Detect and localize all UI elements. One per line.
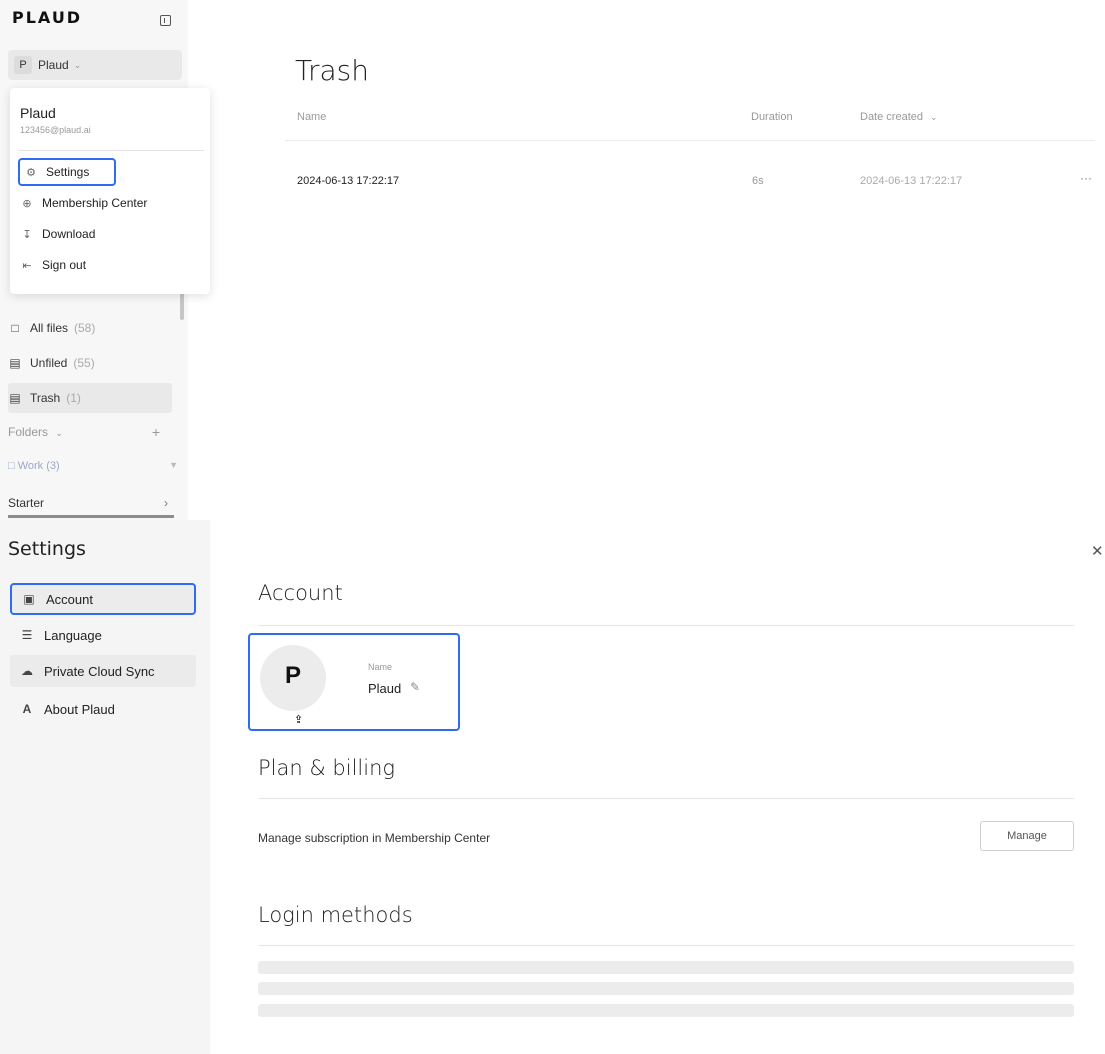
loading-placeholder	[258, 961, 1074, 974]
membership-icon: ⊕	[22, 197, 32, 210]
user-menu-popover: Plaud 123456@plaud.ai ⚙ Settings ⊕ Membe…	[10, 88, 210, 294]
sidebar-item-label: Work	[17, 460, 44, 472]
divider	[258, 798, 1074, 799]
table-divider	[285, 140, 1095, 141]
avatar-letter: P	[284, 662, 301, 689]
sidebar-item-label: Trash	[30, 391, 61, 405]
menu-item-settings[interactable]: ⚙ Settings	[18, 158, 116, 186]
item-count: (1)	[66, 391, 81, 405]
item-count: (55)	[73, 356, 95, 370]
user-switcher-name: Plaud	[38, 58, 69, 72]
column-header-name[interactable]: Name	[297, 111, 326, 123]
plan-starter-row[interactable]: Starter ›	[8, 490, 174, 518]
user-menu-email: 123456@plaud.ai	[20, 125, 91, 135]
chevron-down-icon: ⌄	[73, 59, 82, 70]
inbox-icon: ▤	[9, 356, 21, 370]
settings-nav-label: About Plaud	[44, 701, 115, 717]
settings-sidebar: Settings ▣ Account ☰ Language ☁ Private …	[0, 520, 210, 1054]
loading-placeholder	[258, 1004, 1074, 1017]
download-icon: ↧	[22, 228, 32, 241]
chevron-right-icon: ›	[164, 495, 168, 510]
user-menu-name: Plaud	[20, 105, 56, 121]
language-icon: ☰	[21, 628, 33, 642]
menu-item-label: Settings	[46, 165, 90, 179]
subscription-description: Manage subscription in Membership Center	[258, 831, 491, 845]
sign-out-icon: ⇤	[22, 259, 32, 272]
avatar: P	[14, 56, 32, 74]
manage-button[interactable]: Manage	[980, 821, 1074, 851]
divider	[258, 625, 1074, 626]
upload-icon[interactable]: ⇪	[294, 689, 303, 751]
item-count: (58)	[74, 321, 96, 335]
file-date-created: 2024-06-13 17:22:17	[860, 175, 963, 187]
file-duration: 6s	[752, 175, 764, 187]
settings-nav-private-cloud-sync[interactable]: ☁ Private Cloud Sync	[10, 655, 196, 687]
settings-nav-label: Account	[46, 591, 93, 607]
sidebar-item-trash[interactable]: ▤ Trash (1)	[8, 383, 172, 413]
settings-nav-label: Language	[44, 627, 102, 643]
trash-icon: ▤	[9, 391, 21, 405]
divider	[258, 945, 1074, 946]
folders-section-header[interactable]: Folders ⌄ +	[8, 424, 172, 440]
page-title: Trash	[295, 54, 369, 87]
sidebar-item-all-files[interactable]: □ All files (58)	[8, 313, 172, 343]
sidebar-item-unfiled[interactable]: ▤ Unfiled (55)	[8, 348, 172, 378]
close-icon[interactable]: ✕	[1091, 542, 1104, 560]
chevron-down-icon: ⌄	[930, 112, 938, 122]
plan-billing-title: Plan & billing	[258, 756, 395, 780]
settings-title: Settings	[8, 538, 86, 560]
menu-item-label: Membership Center	[42, 196, 148, 210]
account-section-title: Account	[258, 581, 343, 605]
app-logo: PLAUD	[12, 8, 83, 27]
main-app-window: PLAUD P Plaud ⌄ □ All files (58) ▤ Unfil…	[0, 0, 1105, 520]
add-folder-icon[interactable]: +	[152, 424, 160, 440]
plaud-logo-icon: A	[22, 702, 32, 716]
column-header-date-created[interactable]: Date created ⌄	[860, 111, 938, 123]
settings-nav-language[interactable]: ☰ Language	[10, 619, 196, 651]
name-label: Name	[368, 662, 393, 672]
plan-label: Starter	[8, 495, 45, 510]
edit-icon[interactable]: ✎	[410, 680, 420, 694]
sidebar-collapse-icon[interactable]	[160, 15, 171, 26]
user-switcher[interactable]: P Plaud ⌄	[8, 50, 182, 80]
scroll-down-icon[interactable]: ▼	[169, 460, 178, 470]
menu-item-membership-center[interactable]: ⊕ Membership Center	[18, 189, 147, 217]
settings-dialog: Settings ▣ Account ☰ Language ☁ Private …	[0, 520, 1105, 1054]
folder-icon: □	[11, 321, 19, 335]
divider	[18, 150, 204, 151]
avatar[interactable]: P ⇪	[260, 645, 326, 726]
sidebar-item-work[interactable]: □ Work (3) ▼	[8, 460, 180, 472]
sidebar-item-label: All files	[30, 321, 69, 335]
settings-nav-account[interactable]: ▣ Account	[10, 583, 196, 615]
name-value: Plaud	[368, 681, 402, 696]
sidebar-item-label: Unfiled	[30, 356, 68, 370]
menu-item-download[interactable]: ↧ Download	[18, 220, 95, 248]
file-name: 2024-06-13 17:22:17	[297, 175, 400, 187]
menu-item-label: Download	[42, 227, 96, 241]
loading-placeholder	[258, 982, 1074, 995]
gear-icon: ⚙	[26, 166, 36, 179]
folders-label: Folders	[8, 425, 49, 439]
settings-nav-label: Private Cloud Sync	[44, 663, 155, 679]
column-header-label: Date created	[860, 111, 923, 123]
folder-icon: □	[8, 460, 18, 472]
menu-item-sign-out[interactable]: ⇤ Sign out	[18, 251, 86, 279]
account-card-icon: ▣	[23, 592, 35, 606]
cloud-icon: ☁	[21, 664, 33, 678]
column-header-duration[interactable]: Duration	[751, 111, 793, 123]
settings-nav-about-plaud[interactable]: A About Plaud	[10, 693, 196, 725]
item-count: (3)	[46, 460, 60, 472]
chevron-down-icon: ⌄	[55, 428, 63, 438]
menu-item-label: Sign out	[42, 258, 87, 272]
login-methods-title: Login methods	[258, 903, 413, 927]
profile-card: P ⇪ Name Plaud ✎	[248, 633, 460, 731]
more-options-icon[interactable]: ···	[1080, 171, 1092, 185]
